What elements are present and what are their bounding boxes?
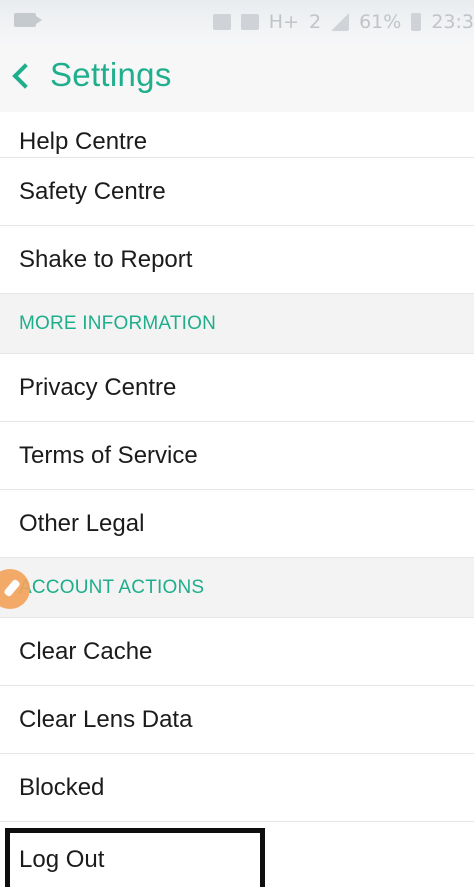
settings-screen: H+ 2 61% 23:3 Settings Help Centre Safet…: [0, 0, 474, 887]
list-item-shake-to-report[interactable]: Shake to Report: [0, 226, 474, 294]
sim-badge: 2: [309, 11, 322, 33]
settings-list: Help Centre Safety Centre Shake to Repor…: [0, 112, 474, 822]
list-item-label: Clear Lens Data: [19, 705, 193, 733]
list-item-label: Safety Centre: [19, 177, 166, 205]
mute-icon: [240, 14, 259, 30]
signal-icon: [331, 13, 350, 31]
section-header-label: MORE INFORMATION: [19, 312, 217, 334]
list-item-blocked[interactable]: Blocked: [0, 754, 474, 822]
list-item-label: Privacy Centre: [19, 373, 177, 401]
section-header-label: ACCOUNT ACTIONS: [19, 576, 205, 598]
list-item-label: Help Centre: [19, 128, 148, 155]
status-bar-right: H+ 2 61% 23:3: [212, 9, 474, 35]
video-icon: [14, 13, 42, 27]
list-item-privacy-centre[interactable]: Privacy Centre: [0, 354, 474, 422]
list-item-label: Clear Cache: [19, 637, 153, 665]
battery-percent: 61%: [359, 11, 402, 33]
list-item-other-legal[interactable]: Other Legal: [0, 490, 474, 558]
list-item-label: Shake to Report: [19, 245, 193, 273]
status-time: 23:3: [431, 11, 474, 33]
list-item-clear-cache[interactable]: Clear Cache: [0, 618, 474, 686]
list-item-terms-of-service[interactable]: Terms of Service: [0, 422, 474, 490]
chevron-left-icon[interactable]: [12, 63, 38, 89]
header: Settings: [0, 44, 474, 112]
list-item-label: Terms of Service: [19, 441, 198, 469]
section-header-more-information: MORE INFORMATION: [0, 294, 474, 354]
battery-icon: [411, 13, 422, 31]
network-type: H+: [268, 11, 299, 33]
list-item-safety-centre[interactable]: Safety Centre: [0, 158, 474, 226]
cast-icon: [212, 14, 231, 30]
list-item-label: Other Legal: [19, 509, 145, 537]
list-item-label: Blocked: [19, 773, 105, 801]
highlight-box: [5, 828, 265, 887]
section-header-account-actions: ACCOUNT ACTIONS: [0, 558, 474, 618]
list-item-help-centre[interactable]: Help Centre: [0, 112, 474, 158]
status-bar: H+ 2 61% 23:3: [0, 0, 474, 44]
list-item-clear-lens-data[interactable]: Clear Lens Data: [0, 686, 474, 754]
page-title: Settings: [50, 56, 172, 93]
